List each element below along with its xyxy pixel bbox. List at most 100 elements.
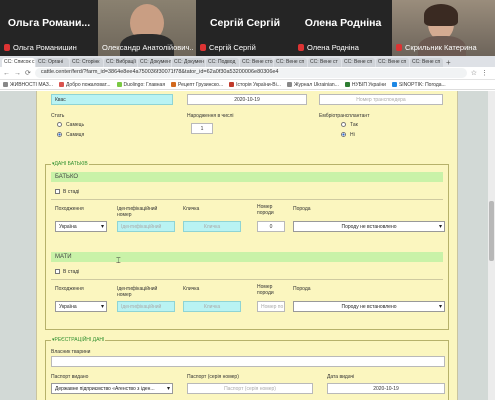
kvas-field[interactable]: Квас bbox=[51, 94, 173, 105]
bookmark-item[interactable]: Добро пожаловат... bbox=[58, 82, 111, 88]
sex-label: Стать bbox=[51, 113, 65, 119]
issue-date-label: Дата видачі bbox=[327, 374, 355, 380]
participant-tile[interactable]: Олександр Анатолійович... bbox=[98, 0, 196, 56]
bookmark-favicon-icon bbox=[344, 82, 350, 87]
father-id-input[interactable]: Ідентифікаційний bbox=[117, 221, 175, 232]
browser-tab[interactable]: СС: Вене сп bbox=[410, 58, 443, 67]
sex-option-male[interactable]: Самець bbox=[57, 122, 84, 128]
mother-origin-select[interactable]: Україна bbox=[55, 301, 107, 312]
mother-num-input[interactable]: Номер по bbox=[257, 301, 285, 312]
participant-big-name: Сергій Сергій bbox=[209, 17, 281, 29]
radio-button[interactable] bbox=[341, 122, 346, 127]
passport-issuer-select[interactable]: Державне підприємство «Агенство з іден..… bbox=[51, 383, 173, 394]
bookmark-label: НУБІП України bbox=[351, 81, 386, 88]
browser-tab[interactable]: СС: Вене сп bbox=[342, 58, 375, 67]
radio-button[interactable] bbox=[341, 132, 346, 137]
father-num-label: Номер породи bbox=[257, 204, 274, 216]
mother-origin-label: Походження bbox=[55, 286, 84, 292]
divider bbox=[51, 279, 443, 280]
video-participants-strip: Ольга Романи... Ольга Романишин Олександ… bbox=[0, 0, 495, 56]
sex-option-female[interactable]: Самиця bbox=[57, 132, 84, 138]
father-num-input[interactable]: 0 bbox=[257, 221, 285, 232]
bookmark-label: SINOPTIK: Погода... bbox=[398, 81, 446, 88]
date-field[interactable]: 2020-10-19 bbox=[187, 94, 307, 105]
browser-tab[interactable]: СС: Вене сп bbox=[274, 58, 307, 67]
browser-tab[interactable]: СС: Вене сто bbox=[240, 58, 273, 67]
bookmark-item[interactable]: SINOPTIK: Погода... bbox=[391, 81, 446, 88]
father-breed-select[interactable]: Породу не встановлено bbox=[293, 221, 445, 232]
browser-tab[interactable]: СС: Вибрації bbox=[104, 58, 137, 67]
issue-date-input[interactable]: 2020-10-19 bbox=[327, 383, 445, 394]
bookmark-item[interactable]: Історія України-Ві... bbox=[229, 82, 281, 88]
menu-icon[interactable]: ⋮ bbox=[481, 69, 488, 77]
bookmark-item[interactable]: Рецепт Грузинско... bbox=[171, 82, 223, 88]
scrollbar-thumb[interactable] bbox=[489, 201, 494, 261]
participant-tile[interactable]: Ольга Романи... Ольга Романишин bbox=[0, 0, 98, 56]
father-herd-checkbox[interactable]: В стаді bbox=[55, 189, 79, 195]
bookmark-item[interactable]: НУБІП України bbox=[344, 81, 386, 88]
mother-id-input[interactable]: Ідентифікаційний bbox=[117, 301, 175, 312]
embryo-option-no[interactable]: Ні bbox=[341, 132, 355, 138]
browser-tab[interactable]: СС: Вене ст bbox=[308, 58, 341, 67]
browser-tab[interactable]: СС: Докумен bbox=[172, 58, 205, 67]
participant-name: Сергій Сергій bbox=[200, 43, 256, 52]
browser-tab[interactable]: СС: Органі bbox=[36, 58, 69, 67]
bookmark-favicon-icon bbox=[391, 82, 397, 87]
birth-count-input[interactable]: 1 bbox=[191, 123, 213, 134]
browser-tab[interactable]: СС: Вене сп bbox=[376, 58, 409, 67]
bookmark-label: ЖИВНОСТІ МАЗ... bbox=[10, 81, 53, 88]
muted-mic-icon bbox=[298, 44, 304, 51]
mother-header: МАТИ bbox=[51, 252, 443, 262]
browser-tab[interactable]: СС: Сторінк bbox=[70, 58, 103, 67]
mother-breed-label: Порода bbox=[293, 286, 311, 292]
mother-nick-input[interactable]: Кличка bbox=[183, 301, 241, 312]
registration-legend[interactable]: ▾РЕЄСТРАЦІЙНІ ДАНІ bbox=[51, 337, 106, 343]
mother-herd-checkbox[interactable]: В стаді bbox=[55, 269, 79, 275]
scrollbar[interactable] bbox=[488, 91, 495, 400]
bookmark-favicon-icon bbox=[286, 82, 292, 87]
bookmark-label: Duolingo: Главная bbox=[123, 81, 166, 88]
mouse-cursor-icon: ⌶ bbox=[116, 256, 121, 265]
passport-number-label: Паспорт (серія номер) bbox=[187, 374, 239, 380]
muted-mic-icon bbox=[396, 44, 402, 51]
participant-big-name: Олена Роднiна bbox=[304, 17, 382, 29]
participant-name: Олександр Анатолійович... bbox=[102, 43, 194, 52]
father-nick-label: Кличка bbox=[183, 206, 200, 212]
radio-button[interactable] bbox=[57, 132, 62, 137]
passport-number-input[interactable]: Паспорт (серія номер) bbox=[187, 383, 313, 394]
radio-button[interactable] bbox=[57, 122, 62, 127]
father-origin-select[interactable]: Україна bbox=[55, 221, 107, 232]
participant-tile[interactable]: Скрильник Катерина bbox=[392, 0, 495, 56]
participant-tile[interactable]: Сергій Сергій Сергій Сергій bbox=[196, 0, 294, 56]
owner-input[interactable] bbox=[51, 356, 445, 367]
browser-tab[interactable]: СС: Документ bbox=[138, 58, 171, 67]
url-input[interactable]: cattle.center/ferd/?farm_id=3864e8ee4a75… bbox=[34, 68, 467, 78]
new-tab-icon[interactable]: + bbox=[446, 58, 451, 67]
back-icon[interactable]: ← bbox=[3, 70, 10, 77]
bookmark-item[interactable]: ЖИВНОСТІ МАЗ... bbox=[3, 82, 53, 88]
mother-id-label: Ідентифікаційний номер bbox=[117, 286, 158, 298]
checkbox[interactable] bbox=[55, 269, 60, 274]
bookmarks-bar: ЖИВНОСТІ МАЗ... Добро пожаловат... Duoling… bbox=[0, 80, 495, 90]
bookmark-favicon-icon bbox=[171, 82, 177, 87]
browser-tab[interactable]: СС: Подвод bbox=[206, 58, 239, 67]
transponder-field[interactable]: Номер транспондера bbox=[319, 94, 443, 105]
parents-legend[interactable]: ▾ДАНІ БАТЬКІВ bbox=[51, 161, 89, 167]
bookmark-item[interactable]: Duolingo: Главная bbox=[116, 81, 166, 88]
embryo-option-yes[interactable]: Так bbox=[341, 122, 358, 128]
mother-breed-select[interactable]: Породу не встановлено bbox=[293, 301, 445, 312]
bookmark-label: Рецепт Грузинско... bbox=[178, 81, 224, 88]
reload-icon[interactable]: ⟳ bbox=[25, 69, 31, 77]
participant-tile[interactable]: Олена Роднiна Олена Роднiна bbox=[294, 0, 392, 56]
browser-tab[interactable]: СС: Список с bbox=[2, 58, 35, 67]
forward-icon[interactable]: → bbox=[14, 70, 21, 77]
father-breed-label: Порода bbox=[293, 206, 311, 212]
checkbox[interactable] bbox=[55, 189, 60, 194]
bookmark-label: Історія України-Ві... bbox=[236, 81, 281, 88]
star-icon[interactable]: ☆ bbox=[471, 69, 477, 77]
father-nick-input[interactable]: Кличка bbox=[183, 221, 241, 232]
father-id-label: Ідентифікаційний номер bbox=[117, 206, 158, 218]
owner-label: Власник тварини bbox=[51, 349, 91, 355]
bookmark-label: Журнал Ukrainian... bbox=[293, 81, 339, 88]
bookmark-item[interactable]: Журнал Ukrainian... bbox=[286, 81, 339, 88]
